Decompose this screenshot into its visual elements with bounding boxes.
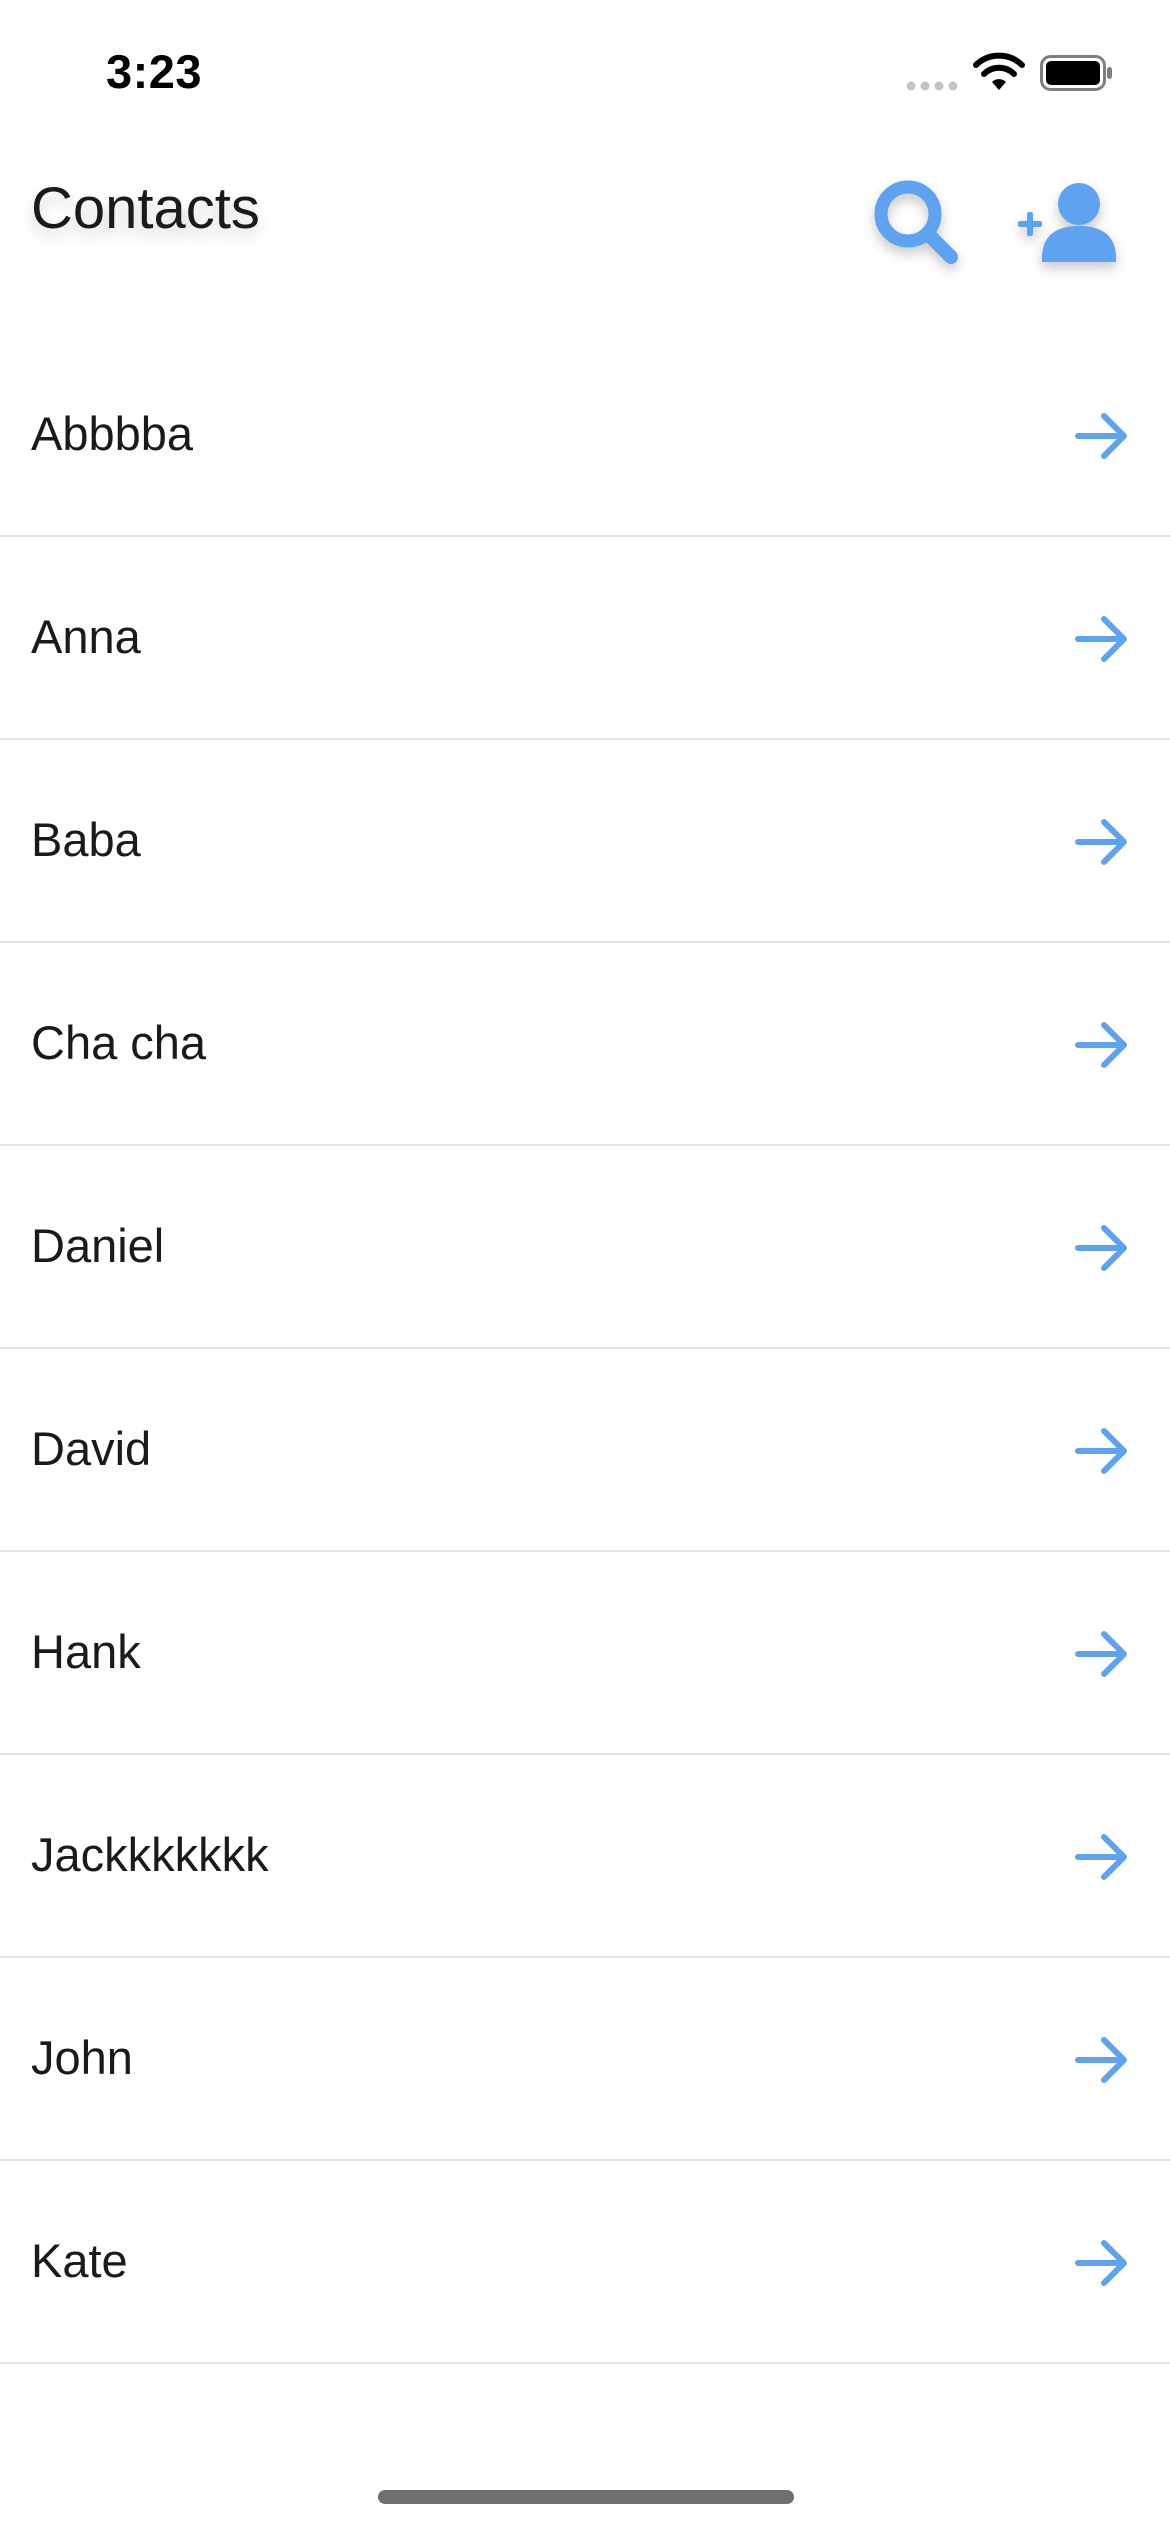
contact-name: Abbbba [31,407,194,460]
list-item[interactable]: Anna [0,537,1170,740]
arrow-right-icon [1075,1834,1127,1880]
contact-name: Jackkkkkkk [31,1828,269,1881]
signal-dots-icon [906,81,958,91]
contact-name: Kate [31,2234,128,2287]
contact-name: Anna [31,610,141,663]
contact-name: Hank [31,1625,141,1678]
contact-list: Abbbba Anna Baba Cha cha Daniel David Ha… [0,334,1170,2364]
list-item[interactable]: Daniel [0,1146,1170,1349]
navigation-header: Contacts [0,150,1170,330]
contact-name: David [31,1422,152,1475]
battery-icon [1040,55,1112,91]
arrow-right-icon [1075,2037,1127,2083]
add-contact-button[interactable] [1014,174,1124,274]
contact-name: John [31,2031,133,2084]
wifi-icon [973,52,1025,90]
search-button[interactable] [868,174,968,274]
contact-name: Cha cha [31,1016,207,1069]
list-item[interactable]: John [0,1958,1170,2161]
add-user-icon [1018,183,1116,262]
search-icon [874,180,958,264]
status-bar: 3:23 [0,0,1170,150]
status-time: 3:23 [106,45,203,98]
page-title: Contacts [31,176,260,241]
list-item[interactable]: Jackkkkkkk [0,1755,1170,1958]
arrow-right-icon [1075,413,1127,459]
list-item[interactable]: Abbbba [0,334,1170,537]
contact-name: Baba [31,813,141,866]
list-item[interactable]: Hank [0,1552,1170,1755]
arrow-right-icon [1075,1631,1127,1677]
list-item[interactable]: Kate [0,2161,1170,2364]
home-indicator[interactable] [378,2490,794,2504]
arrow-right-icon [1075,1225,1127,1271]
arrow-right-icon [1075,616,1127,662]
list-item[interactable]: Baba [0,740,1170,943]
arrow-right-icon [1075,2240,1127,2286]
arrow-right-icon [1075,1428,1127,1474]
list-item[interactable]: Cha cha [0,943,1170,1146]
contact-name: Daniel [31,1219,165,1272]
list-item[interactable]: David [0,1349,1170,1552]
arrow-right-icon [1075,819,1127,865]
arrow-right-icon [1075,1022,1127,1068]
